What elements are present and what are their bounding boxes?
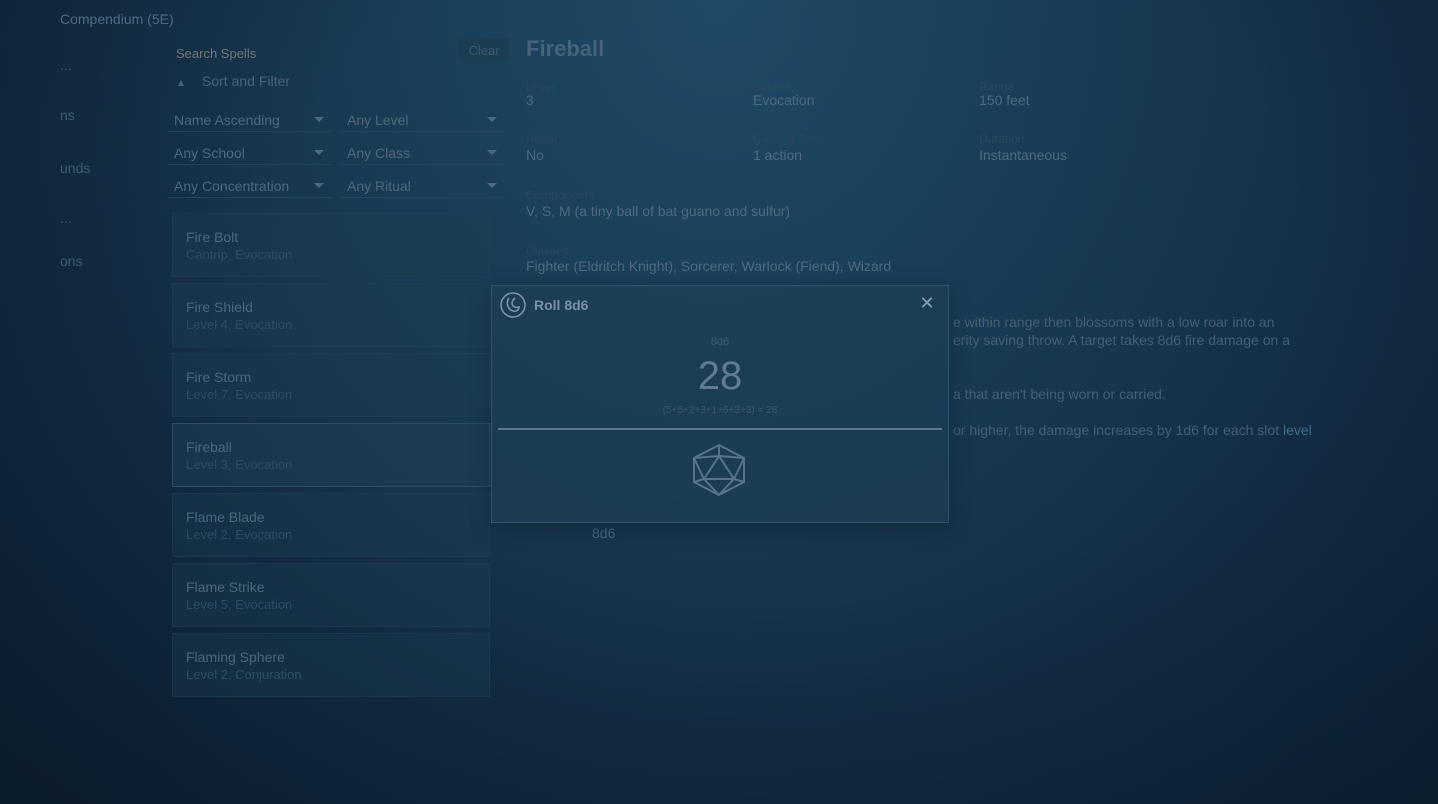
- spell-title: Fireball: [526, 36, 605, 61]
- class-value: Any Class: [347, 145, 411, 161]
- dialog-title: Roll 8d6: [534, 297, 589, 313]
- level-value: Any Level: [347, 112, 409, 128]
- spell-list-item[interactable]: Flame Strike Level 5, Evocation: [172, 563, 490, 627]
- dropdown-arrow-icon: [314, 183, 324, 188]
- spell-subtitle: Level 2, Evocation: [186, 527, 293, 542]
- description-line: or higher, the damage increases by 1d6 f…: [953, 422, 1312, 438]
- level-value: 3: [526, 92, 534, 108]
- ritual-dropdown[interactable]: Any Ritual: [341, 172, 505, 198]
- concentration-value: Any Concentration: [174, 178, 290, 194]
- concentration-dropdown[interactable]: Any Concentration: [168, 172, 332, 198]
- school-dropdown[interactable]: Any School: [168, 139, 332, 165]
- level-dropdown[interactable]: Any Level: [341, 106, 505, 132]
- roll-breakdown: (5+5+2+3+1+6+3+3) = 28: [662, 405, 778, 416]
- ritual-value: No: [526, 147, 544, 163]
- dialog-divider: [498, 428, 942, 430]
- spell-subtitle: Level 7, Evocation: [186, 387, 293, 402]
- spell-name: Fire Shield: [186, 299, 253, 315]
- spell-name: Flame Strike: [186, 579, 265, 595]
- duration-value: Instantaneous: [979, 147, 1067, 163]
- app-title: Compendium (5E): [60, 11, 174, 27]
- clear-button[interactable]: Clear: [459, 38, 509, 62]
- sidebar-item-1[interactable]: ...: [60, 57, 72, 73]
- roll-dialog: Roll 8d6 ✕ 8d6 28 (5+5+2+3+1+6+3+3) = 28: [491, 285, 949, 523]
- sidebar-item-5[interactable]: ons: [60, 253, 83, 269]
- spell-subtitle: Level 5, Evocation: [186, 597, 293, 612]
- sort-filter-toggle[interactable]: ▲ Sort and Filter: [176, 73, 290, 89]
- sort-dropdown[interactable]: Name Ascending: [168, 106, 332, 132]
- spell-name: Fireball: [186, 439, 232, 455]
- spell-name: Fire Bolt: [186, 229, 239, 245]
- description-line: erity saving throw. A target takes 8d6 f…: [953, 332, 1290, 348]
- ritual-value: Any Ritual: [347, 178, 411, 194]
- d20-die-icon[interactable]: [690, 443, 748, 497]
- damage-roll-button[interactable]: 8d6: [592, 525, 615, 541]
- dropdown-arrow-icon: [314, 117, 324, 122]
- description-line: e within range then blossoms with a low …: [953, 314, 1275, 330]
- spell-name: Flaming Sphere: [186, 649, 285, 665]
- classes-label: Classes: [526, 244, 569, 258]
- dropdown-arrow-icon: [487, 150, 497, 155]
- spell-subtitle: Level 4, Evocation: [186, 317, 293, 332]
- roll-total: 28: [697, 354, 743, 398]
- roll-expression: 8d6: [710, 336, 730, 348]
- duration-label: Duration: [979, 132, 1025, 146]
- app-logo-icon: [500, 292, 526, 318]
- spell-name: Flame Blade: [186, 509, 265, 525]
- dropdown-arrow-icon: [314, 150, 324, 155]
- dropdown-arrow-icon: [487, 183, 497, 188]
- school-value: Evocation: [753, 92, 815, 108]
- casting-time-value: 1 action: [753, 147, 803, 163]
- sidebar-item-3[interactable]: unds: [60, 160, 90, 176]
- search-input[interactable]: [174, 40, 448, 66]
- close-icon[interactable]: ✕: [918, 294, 936, 312]
- spell-list-item[interactable]: Flame Blade Level 2, Evocation: [172, 493, 490, 557]
- sort-value: Name Ascending: [174, 112, 280, 128]
- spell-name: Fire Storm: [186, 369, 252, 385]
- ritual-label: Ritual: [526, 132, 557, 146]
- class-dropdown[interactable]: Any Class: [341, 139, 505, 165]
- description-line: a that aren't being worn or carried.: [953, 386, 1166, 402]
- casting-time-label: Casting Time: [753, 132, 824, 146]
- spell-list-item[interactable]: Flaming Sphere Level 2, Conjuration: [172, 633, 490, 697]
- components-value: V, S, M (a tiny ball of bat guano and su…: [526, 203, 791, 219]
- sidebar-item-4[interactable]: ...: [60, 210, 72, 226]
- chevron-up-icon: ▲: [176, 78, 186, 89]
- spell-subtitle: Cantrip, Evocation: [186, 247, 293, 262]
- spell-subtitle: Level 2, Conjuration: [186, 667, 302, 682]
- description-text: or higher, the damage increases by 1d6 f…: [953, 422, 1283, 438]
- level-link[interactable]: level: [1283, 422, 1312, 438]
- spell-list-item[interactable]: Fire Bolt Cantrip, Evocation: [172, 213, 490, 277]
- sort-filter-label: Sort and Filter: [202, 73, 290, 89]
- spell-subtitle: Level 3, Evocation: [186, 457, 293, 472]
- components-label: Components: [526, 188, 595, 202]
- range-value: 150 feet: [979, 92, 1030, 108]
- school-value: Any School: [174, 145, 245, 161]
- sidebar-item-2[interactable]: ns: [60, 107, 75, 123]
- spell-list-item[interactable]: Fire Storm Level 7, Evocation: [172, 353, 490, 417]
- spell-list-item[interactable]: Fire Shield Level 4, Evocation: [172, 283, 490, 347]
- dropdown-arrow-icon: [487, 117, 497, 122]
- classes-value: Fighter (Eldritch Knight), Sorcerer, War…: [526, 258, 892, 274]
- spell-list-item-selected[interactable]: Fireball Level 3, Evocation: [172, 423, 490, 487]
